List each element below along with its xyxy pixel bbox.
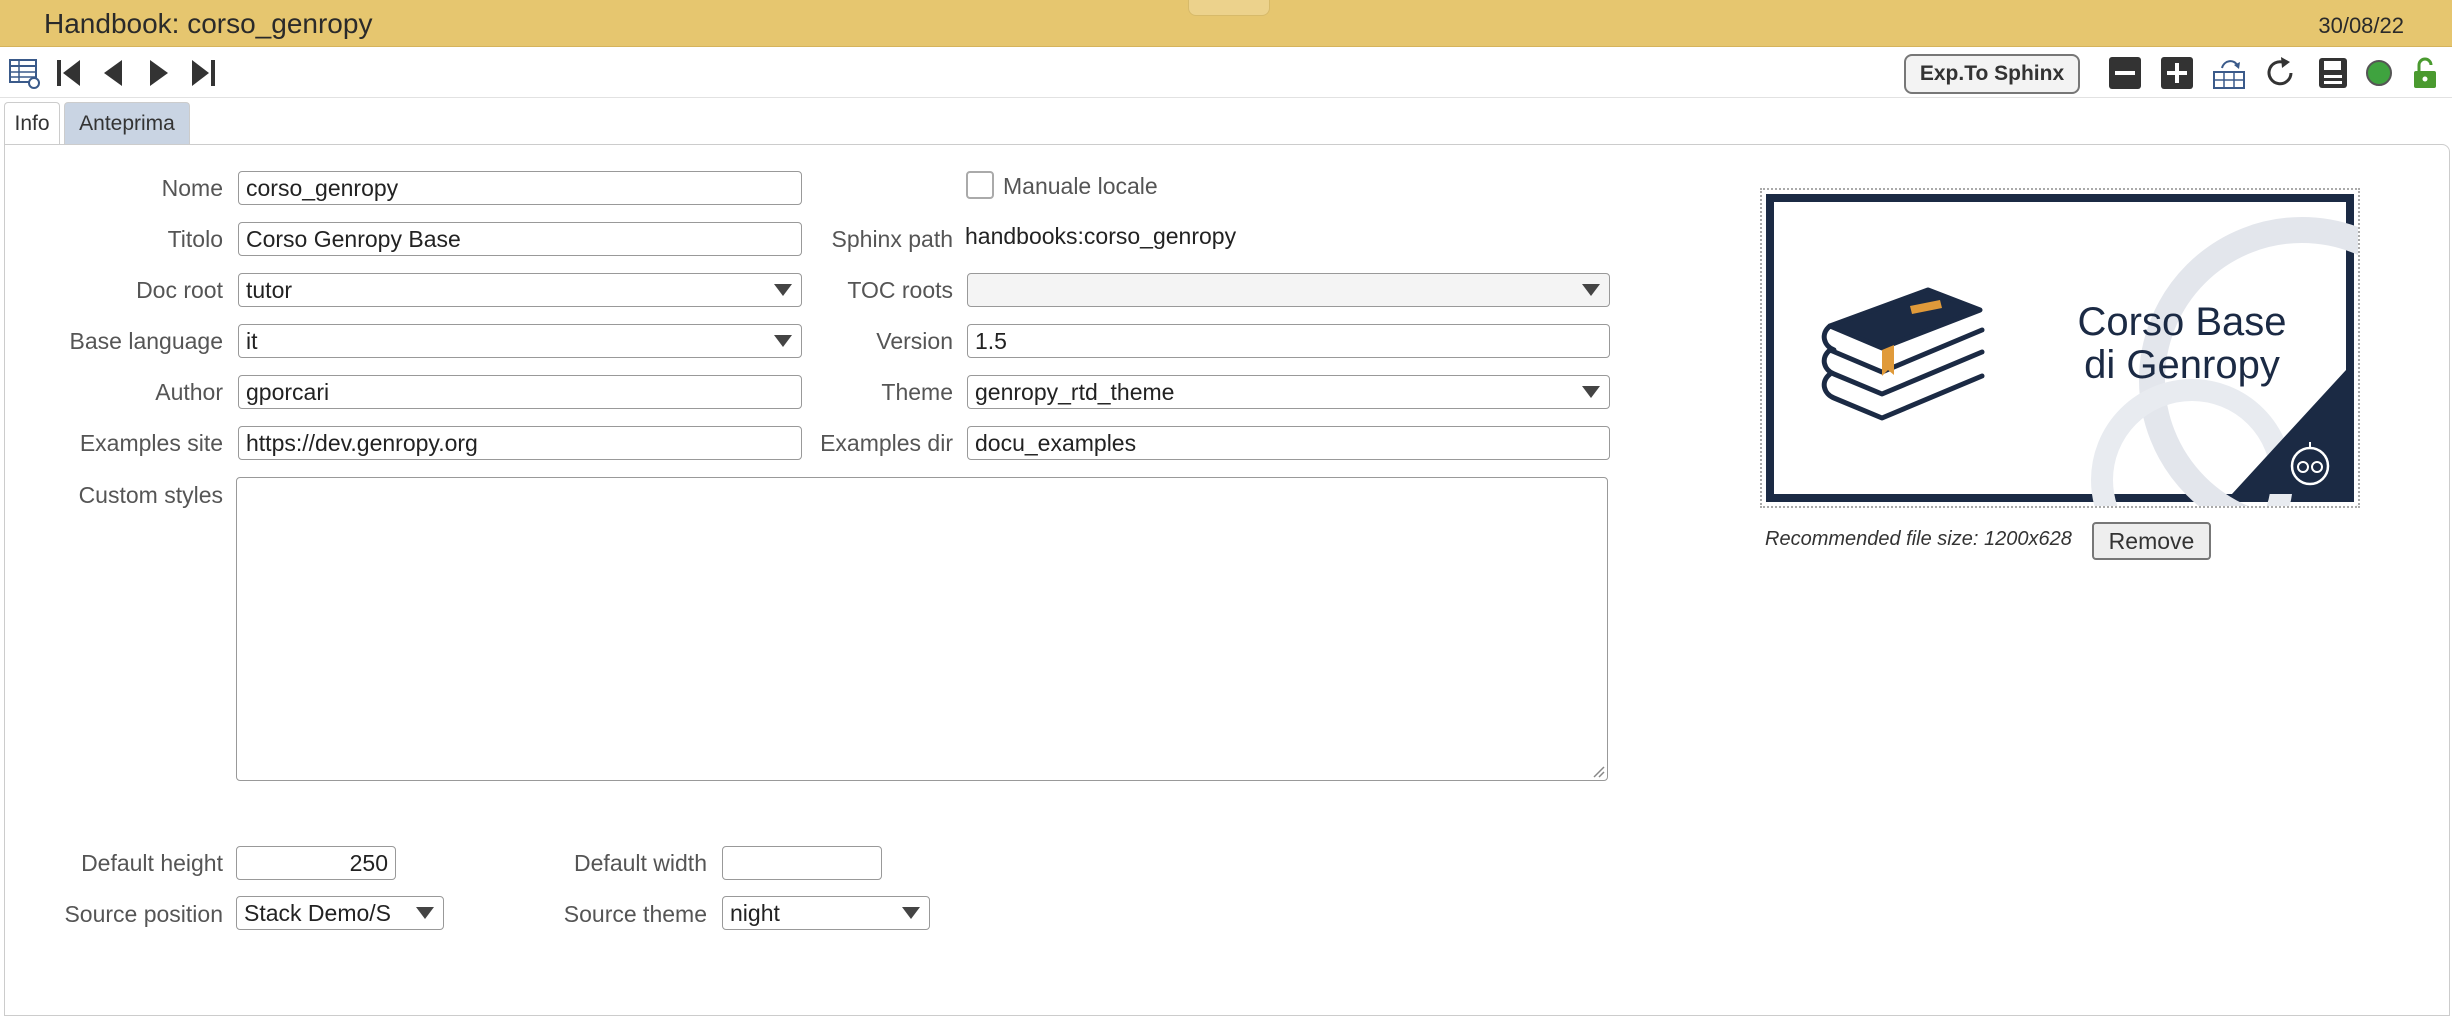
doc-root-value: tutor [246,277,293,303]
base-language-select[interactable]: it [238,324,802,358]
plus-icon[interactable] [2160,56,2194,90]
default-height-label: Default height [81,850,223,876]
manuale-locale-checkbox[interactable] [966,171,994,199]
default-width-label: Default width [574,850,707,876]
nome-label: Nome [161,175,223,201]
cover-caption-line1: Corso Base [2078,300,2287,344]
chevron-down-icon[interactable] [1573,274,1609,306]
source-theme-value: night [730,900,780,926]
author-field[interactable]: gporcari [238,375,802,409]
examples-dir-label: Examples dir [820,430,953,456]
resize-handle-icon[interactable] [1591,764,1605,778]
theme-value: genropy_rtd_theme [975,379,1175,405]
toc-roots-label: TOC roots [847,277,953,303]
theme-label: Theme [881,379,953,405]
examples-site-label: Examples site [79,430,223,456]
header-date: 30/08/22 [2318,13,2404,38]
cover-image: Corso Base di Genropy [1766,194,2452,581]
record-toolbar: Exp.To Sphinx [0,48,2452,98]
source-position-label: Source position [64,901,223,927]
reload-icon[interactable] [2264,56,2298,90]
first-record-icon[interactable] [52,56,86,90]
theme-select[interactable]: genropy_rtd_theme [967,375,1610,409]
title-bar: Handbook: corso_genropy 30/08/22 [0,0,2452,47]
nome-field[interactable]: corso_genropy [238,171,802,205]
previous-record-icon[interactable] [96,56,130,90]
save-icon[interactable] [2316,56,2350,90]
drag-handle[interactable] [1188,0,1270,16]
export-to-sphinx-button[interactable]: Exp.To Sphinx [1904,54,2080,94]
titolo-label: Titolo [167,226,223,252]
chevron-down-icon[interactable] [765,325,801,357]
titolo-field[interactable]: Corso Genropy Base [238,222,802,256]
chevron-down-icon[interactable] [765,274,801,306]
author-label: Author [155,379,223,405]
chevron-down-icon[interactable] [893,897,929,929]
status-icon [2362,56,2396,90]
duplicate-icon[interactable] [2212,56,2246,90]
version-field[interactable]: 1.5 [967,324,1610,358]
recommended-size-note: Recommended file size: 1200x628 [1765,528,2072,550]
custom-styles-textarea[interactable] [236,477,1608,781]
default-width-field[interactable] [722,846,882,880]
toc-roots-select[interactable] [967,273,1610,307]
source-theme-label: Source theme [563,901,707,927]
last-record-icon[interactable] [186,56,220,90]
examples-site-field[interactable]: https://dev.genropy.org [238,426,802,460]
cover-image-dropzone[interactable]: Corso Base di Genropy [1760,188,2452,581]
next-record-icon[interactable] [142,56,176,90]
base-language-label: Base language [69,328,223,354]
source-position-select[interactable]: Stack Demo/S [236,896,444,930]
window-title: Handbook: corso_genropy [44,8,373,39]
default-height-field[interactable]: 250 [236,846,396,880]
source-theme-select[interactable]: night [722,896,930,930]
examples-dir-field[interactable]: docu_examples [967,426,1610,460]
tab-anteprima[interactable]: Anteprima [64,102,190,144]
sphinx-path-label: Sphinx path [831,226,953,252]
doc-root-label: Doc root [136,277,223,303]
minus-icon[interactable] [2108,56,2142,90]
remove-image-button[interactable]: Remove [2092,522,2211,560]
chevron-down-icon[interactable] [407,897,443,929]
table-view-icon[interactable] [8,56,42,90]
doc-root-select[interactable]: tutor [238,273,802,307]
base-language-value: it [246,328,258,354]
source-position-value: Stack Demo/S [244,900,391,926]
custom-styles-label: Custom styles [78,482,223,508]
version-label: Version [876,328,953,354]
lock-icon[interactable] [2408,56,2442,90]
tab-info[interactable]: Info [4,102,60,144]
sphinx-path-value: handbooks:corso_genropy [965,223,1237,249]
chevron-down-icon[interactable] [1573,376,1609,408]
manuale-locale-label: Manuale locale [1003,173,1158,199]
cover-caption-line2: di Genropy [2084,343,2280,387]
